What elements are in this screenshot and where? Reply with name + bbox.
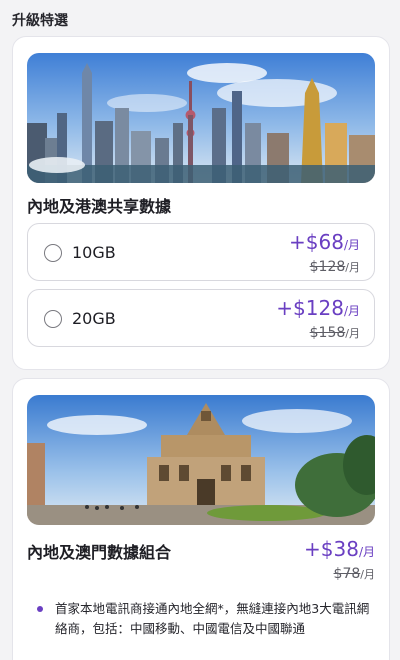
price: +$38/月 [304, 537, 375, 561]
option-label: 10GB [72, 243, 116, 262]
price: +$128/月 [276, 296, 360, 320]
plan-card-macau-data[interactable]: 內地及澳門數據組合 +$38/月 $78/月 首家本地電訊商接通內地全網*，無縫… [12, 378, 390, 660]
card-title: 內地及港澳共享數據 [27, 197, 172, 216]
price: +$68/月 [289, 230, 360, 254]
radio-unselected-icon[interactable] [44, 244, 62, 262]
option-label: 20GB [72, 309, 116, 328]
card-title: 內地及澳門數據組合 [27, 543, 172, 562]
price-block: +$128/月 $158/月 [276, 296, 360, 344]
bullet-dot-icon [37, 606, 43, 612]
hero-image-skyline [27, 53, 375, 183]
option-20gb[interactable]: 20GB +$128/月 $158/月 [27, 289, 375, 347]
feature-list: 首家本地電訊商接通內地全網*，無縫連接內地3大電訊網絡商，包括：中國移動、中國電… [37, 599, 379, 639]
price-block: +$68/月 $128/月 [289, 230, 360, 278]
hero-image-ruins [27, 395, 375, 525]
option-10gb[interactable]: 10GB +$68/月 $128/月 [27, 223, 375, 281]
list-item: 首家本地電訊商接通內地全網*，無縫連接內地3大電訊網絡商，包括：中國移動、中國電… [37, 599, 379, 639]
page: 升級特選 內地及港澳共享數據 10GB +$68/月 $128/月 20GB +… [0, 0, 400, 660]
plan-card-shared-data: 內地及港澳共享數據 10GB +$68/月 $128/月 20GB +$128/… [12, 36, 390, 370]
feature-text: 首家本地電訊商接通內地全網*，無縫連接內地3大電訊網絡商，包括：中國移動、中國電… [55, 601, 370, 636]
original-price: $158/月 [309, 325, 360, 341]
section-title: 升級特選 [12, 13, 68, 29]
radio-unselected-icon[interactable] [44, 310, 62, 328]
price-block: +$38/月 $78/月 [304, 537, 375, 585]
original-price: $78/月 [333, 566, 375, 582]
original-price: $128/月 [309, 259, 360, 275]
